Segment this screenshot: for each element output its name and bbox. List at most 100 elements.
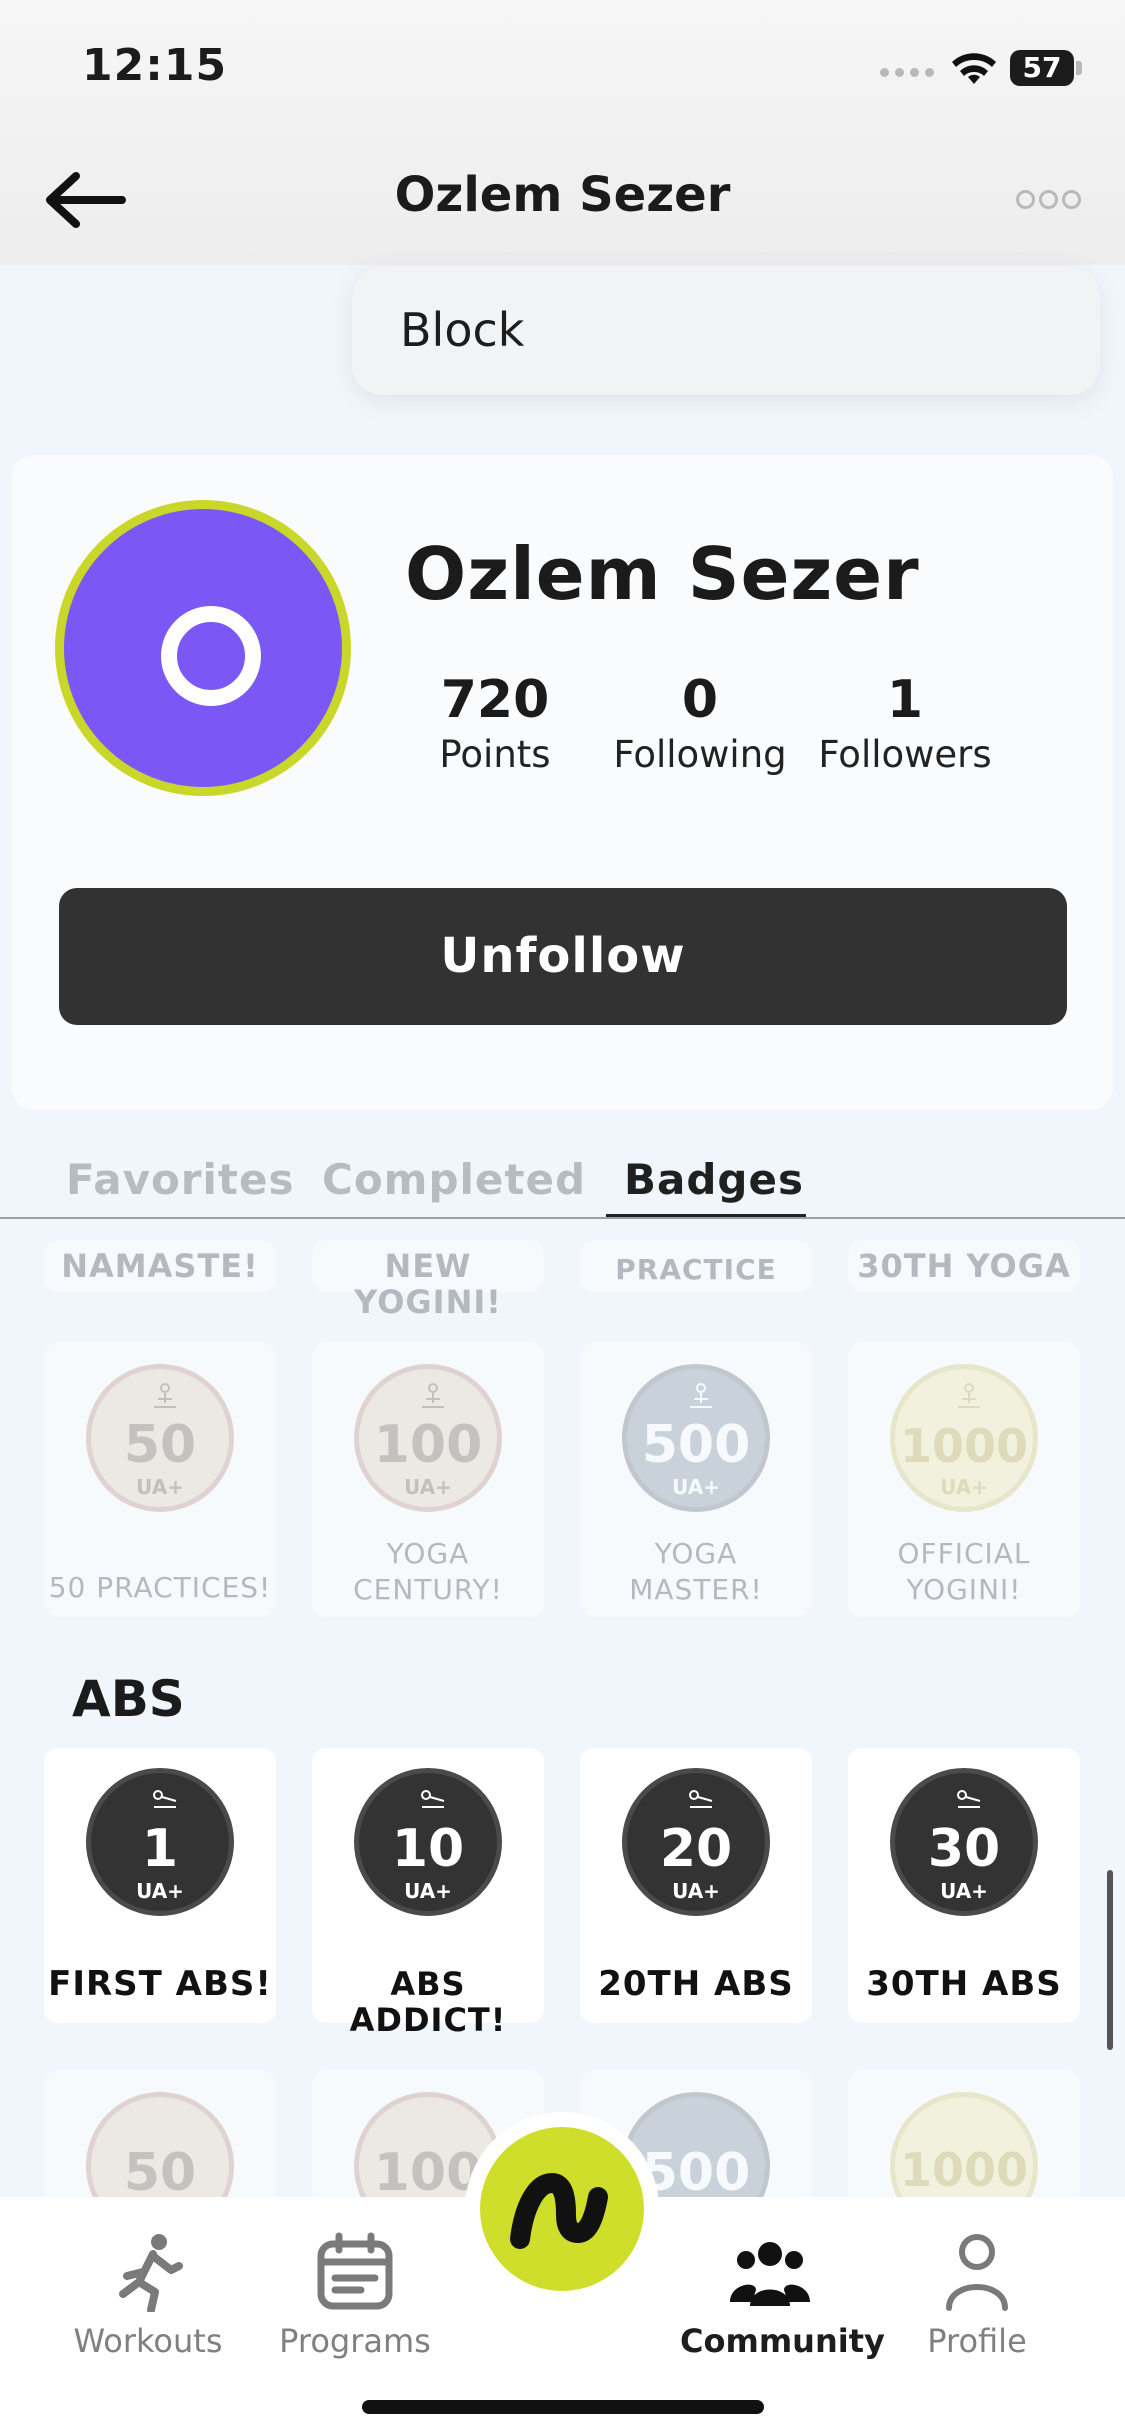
- profile-name: Ozlem Sezer: [405, 532, 920, 616]
- badge-coin: 10 UA+: [354, 1768, 502, 1916]
- followers-label: Followers: [818, 733, 992, 776]
- points-label: Points: [439, 733, 551, 776]
- badge-tile-abs-10[interactable]: 10 UA+ ABS ADDICT!: [312, 1748, 544, 2038]
- badge-label: YOGA CENTURY!: [353, 1537, 503, 1606]
- badge-label: OFFICIAL YOGINI!: [897, 1537, 1031, 1606]
- coin-logo: UA+: [404, 1879, 452, 1903]
- badge-number: 10: [391, 1819, 465, 1879]
- battery-tip: [1076, 61, 1082, 75]
- nav-item-programs[interactable]: Programs: [265, 2232, 445, 2360]
- badge-label: FIRST ABS!: [48, 1964, 272, 2004]
- section-title-abs: ABS: [72, 1670, 185, 1728]
- badge-number: 50: [123, 1415, 197, 1475]
- following-value: 0: [681, 670, 719, 730]
- badge-tile-yoga-50[interactable]: 50 UA+ 50 PRACTICES!: [44, 1342, 276, 1617]
- tab-badges[interactable]: Badges: [624, 1155, 804, 1204]
- calendar-icon: [317, 2232, 393, 2310]
- points-value: 720: [440, 670, 550, 730]
- nav-label: Workouts: [73, 2322, 223, 2360]
- badge-tile-yoga-1000[interactable]: 1000 UA+ OFFICIAL YOGINI!: [848, 1342, 1080, 1617]
- scrollbar[interactable]: [1107, 1870, 1113, 2050]
- wifi-icon: [952, 53, 996, 84]
- badge-number: 30: [927, 1819, 1001, 1879]
- page-title: Ozlem Sezer: [394, 167, 731, 223]
- coin-logo: UA+: [672, 1879, 720, 1903]
- tab-completed[interactable]: Completed: [322, 1155, 586, 1204]
- badge-label: PRACTICE: [615, 1253, 777, 1286]
- badge-number: 50: [123, 2143, 197, 2203]
- nav-item-community[interactable]: Community: [680, 2232, 885, 2360]
- yoga-figure-icon: [958, 1383, 980, 1408]
- coin-logo: UA+: [940, 1879, 988, 1903]
- badge-label: NAMASTE!: [61, 1247, 259, 1285]
- following-label: Following: [613, 733, 787, 776]
- badge-label: 20TH ABS: [598, 1964, 794, 2004]
- more-options-icon[interactable]: [1016, 190, 1085, 213]
- badge-label: NEW YOGINI!: [354, 1247, 502, 1321]
- badge-coin: 50 UA+: [86, 1364, 234, 1512]
- app-logo-icon: [510, 2172, 608, 2249]
- badge-tile-partial: NEW YOGINI!: [312, 1240, 544, 1320]
- badge-number: 100: [373, 1415, 483, 1475]
- status-time: 12:15: [82, 40, 228, 91]
- coin-logo: UA+: [940, 1475, 988, 1499]
- badge-tile-abs-1[interactable]: 1 UA+ FIRST ABS!: [44, 1748, 276, 2023]
- badge-tile-partial: NAMASTE!: [44, 1240, 276, 1292]
- badge-tile-partial: 30TH YOGA: [848, 1240, 1080, 1292]
- abs-figure-icon: [421, 1790, 445, 1808]
- badge-tile-partial: PRACTICE: [580, 1240, 812, 1292]
- badge-number: 20: [659, 1819, 733, 1879]
- badge-tile-abs-30[interactable]: 30 UA+ 30TH ABS: [848, 1748, 1080, 2023]
- badge-coin: 1000 UA+: [890, 1364, 1038, 1512]
- nav-label: Community: [680, 2322, 885, 2360]
- badge-coin: 500 UA+: [622, 1364, 770, 1512]
- coin-logo: UA+: [136, 1879, 184, 1903]
- battery-indicator: 57: [1010, 50, 1074, 86]
- badge-coin: 30 UA+: [890, 1768, 1038, 1916]
- nav-label: Programs: [279, 2322, 431, 2360]
- stat-following[interactable]: 0 Following: [610, 668, 790, 778]
- abs-figure-icon: [957, 1790, 981, 1808]
- app-logo-button[interactable]: [480, 2127, 644, 2291]
- stat-points: 720 Points: [430, 668, 560, 778]
- home-indicator: [362, 2400, 764, 2414]
- nav-item-workouts[interactable]: Workouts: [58, 2232, 238, 2360]
- badge-label: ABS ADDICT!: [349, 1965, 507, 2039]
- block-menu-item[interactable]: Block: [400, 303, 524, 357]
- coin-logo: UA+: [672, 1475, 720, 1499]
- tab-divider: [0, 1217, 1125, 1219]
- nav-item-profile[interactable]: Profile: [887, 2232, 1067, 2360]
- badge-tile-yoga-100[interactable]: 100 UA+ YOGA CENTURY!: [312, 1342, 544, 1617]
- abs-figure-icon: [689, 1790, 713, 1808]
- options-menu: Block: [352, 267, 1100, 395]
- yoga-figure-icon: [154, 1383, 176, 1408]
- avatar: [55, 500, 351, 796]
- avatar-initial-o: [161, 606, 261, 706]
- cellular-signal-icon: [880, 62, 940, 81]
- unfollow-button[interactable]: Unfollow: [59, 888, 1067, 1025]
- stat-followers[interactable]: 1 Followers: [815, 668, 995, 778]
- badge-label: YOGA MASTER!: [629, 1537, 763, 1606]
- badge-coin: 20 UA+: [622, 1768, 770, 1916]
- badge-label: 30TH YOGA: [857, 1247, 1071, 1285]
- badge-tile-abs-20[interactable]: 20 UA+ 20TH ABS: [580, 1748, 812, 2023]
- people-icon: [730, 2242, 810, 2306]
- header-bar: 12:15 57 Ozlem Sezer: [0, 0, 1125, 265]
- followers-value: 1: [886, 670, 924, 730]
- abs-figure-icon: [153, 1790, 177, 1808]
- yoga-figure-icon: [690, 1383, 712, 1408]
- runner-icon: [119, 2234, 183, 2312]
- tab-favorites[interactable]: Favorites: [66, 1155, 294, 1204]
- coin-logo: UA+: [136, 1475, 184, 1499]
- badge-number: 1: [141, 1819, 179, 1879]
- badge-number: 1000: [899, 1419, 1029, 1473]
- yoga-figure-icon: [422, 1383, 444, 1408]
- badge-label: 30TH ABS: [866, 1964, 1062, 2004]
- person-icon: [946, 2234, 1008, 2311]
- badge-number: 1000: [899, 2143, 1029, 2197]
- badge-number: 500: [641, 1415, 751, 1475]
- nav-label: Profile: [927, 2322, 1027, 2360]
- badge-tile-yoga-500[interactable]: 500 UA+ YOGA MASTER!: [580, 1342, 812, 1617]
- badge-coin: 1 UA+: [86, 1768, 234, 1916]
- badge-label: 50 PRACTICES!: [48, 1571, 272, 1604]
